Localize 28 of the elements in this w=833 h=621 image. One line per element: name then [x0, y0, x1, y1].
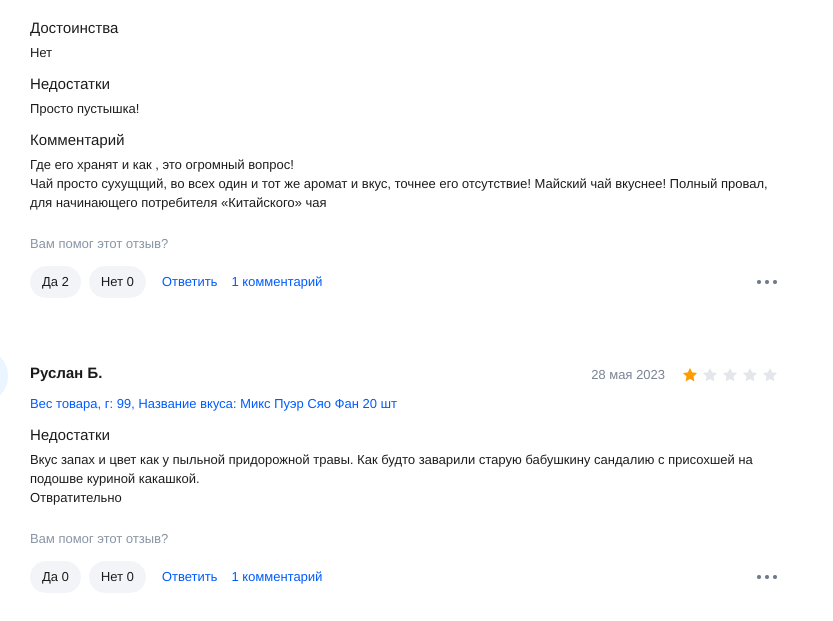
helpful-question: Вам помог этот отзыв? — [30, 530, 170, 548]
star-filled-icon — [681, 366, 699, 384]
section-text: Вкус запах и цвет как у пыльной придорожной травы. Как будто заварили старую бабушкину сандалию с присохшей на подошве куриной какашкой. Отвратительно — [30, 451, 754, 507]
star-empty-icon — [761, 366, 779, 384]
section-text: Нет — [30, 44, 54, 62]
yes-vote-button[interactable]: Да 2 — [30, 266, 81, 298]
section-title: Достоинства — [30, 19, 120, 39]
no-vote-button[interactable]: Нет 0 — [88, 560, 146, 592]
section-text: Где его хранят и как , это огромный вопрос! Чай просто сухущщий, во всех один и тот же аромат и вкус, точнее его отсутствие! Майский чай вкуснее! Полный провал, для начинающего потребителя «Китайского» чая — [30, 156, 769, 212]
star-empty-icon — [701, 366, 719, 384]
section-title: Недостатки — [30, 75, 111, 95]
more-options-icon[interactable] — [757, 280, 777, 284]
section-title: Недостатки — [30, 426, 111, 446]
more-options-icon[interactable] — [757, 574, 777, 578]
no-vote-button[interactable]: Нет 0 — [88, 266, 146, 298]
star-empty-icon — [741, 366, 759, 384]
reply-link[interactable]: Ответить — [162, 566, 218, 586]
comments-link[interactable]: 1 комментарий — [231, 566, 322, 586]
section-title: Комментарий — [30, 131, 126, 151]
comments-link[interactable]: 1 комментарий — [231, 272, 322, 292]
star-empty-icon — [721, 366, 739, 384]
product-variant-link[interactable]: Вес товара, г: 99, Название вкуса: Микс Пуэр Сяо Фан 20 шт — [30, 394, 397, 413]
helpful-question: Вам помог этот отзыв? — [30, 235, 170, 253]
review-date: 28 мая 2023 — [591, 366, 665, 384]
author-name: Руслан Б. — [30, 364, 102, 384]
yes-vote-button[interactable]: Да 0 — [30, 560, 81, 592]
reply-link[interactable]: Ответить — [162, 272, 218, 292]
section-text: Просто пустышка! — [30, 100, 140, 118]
